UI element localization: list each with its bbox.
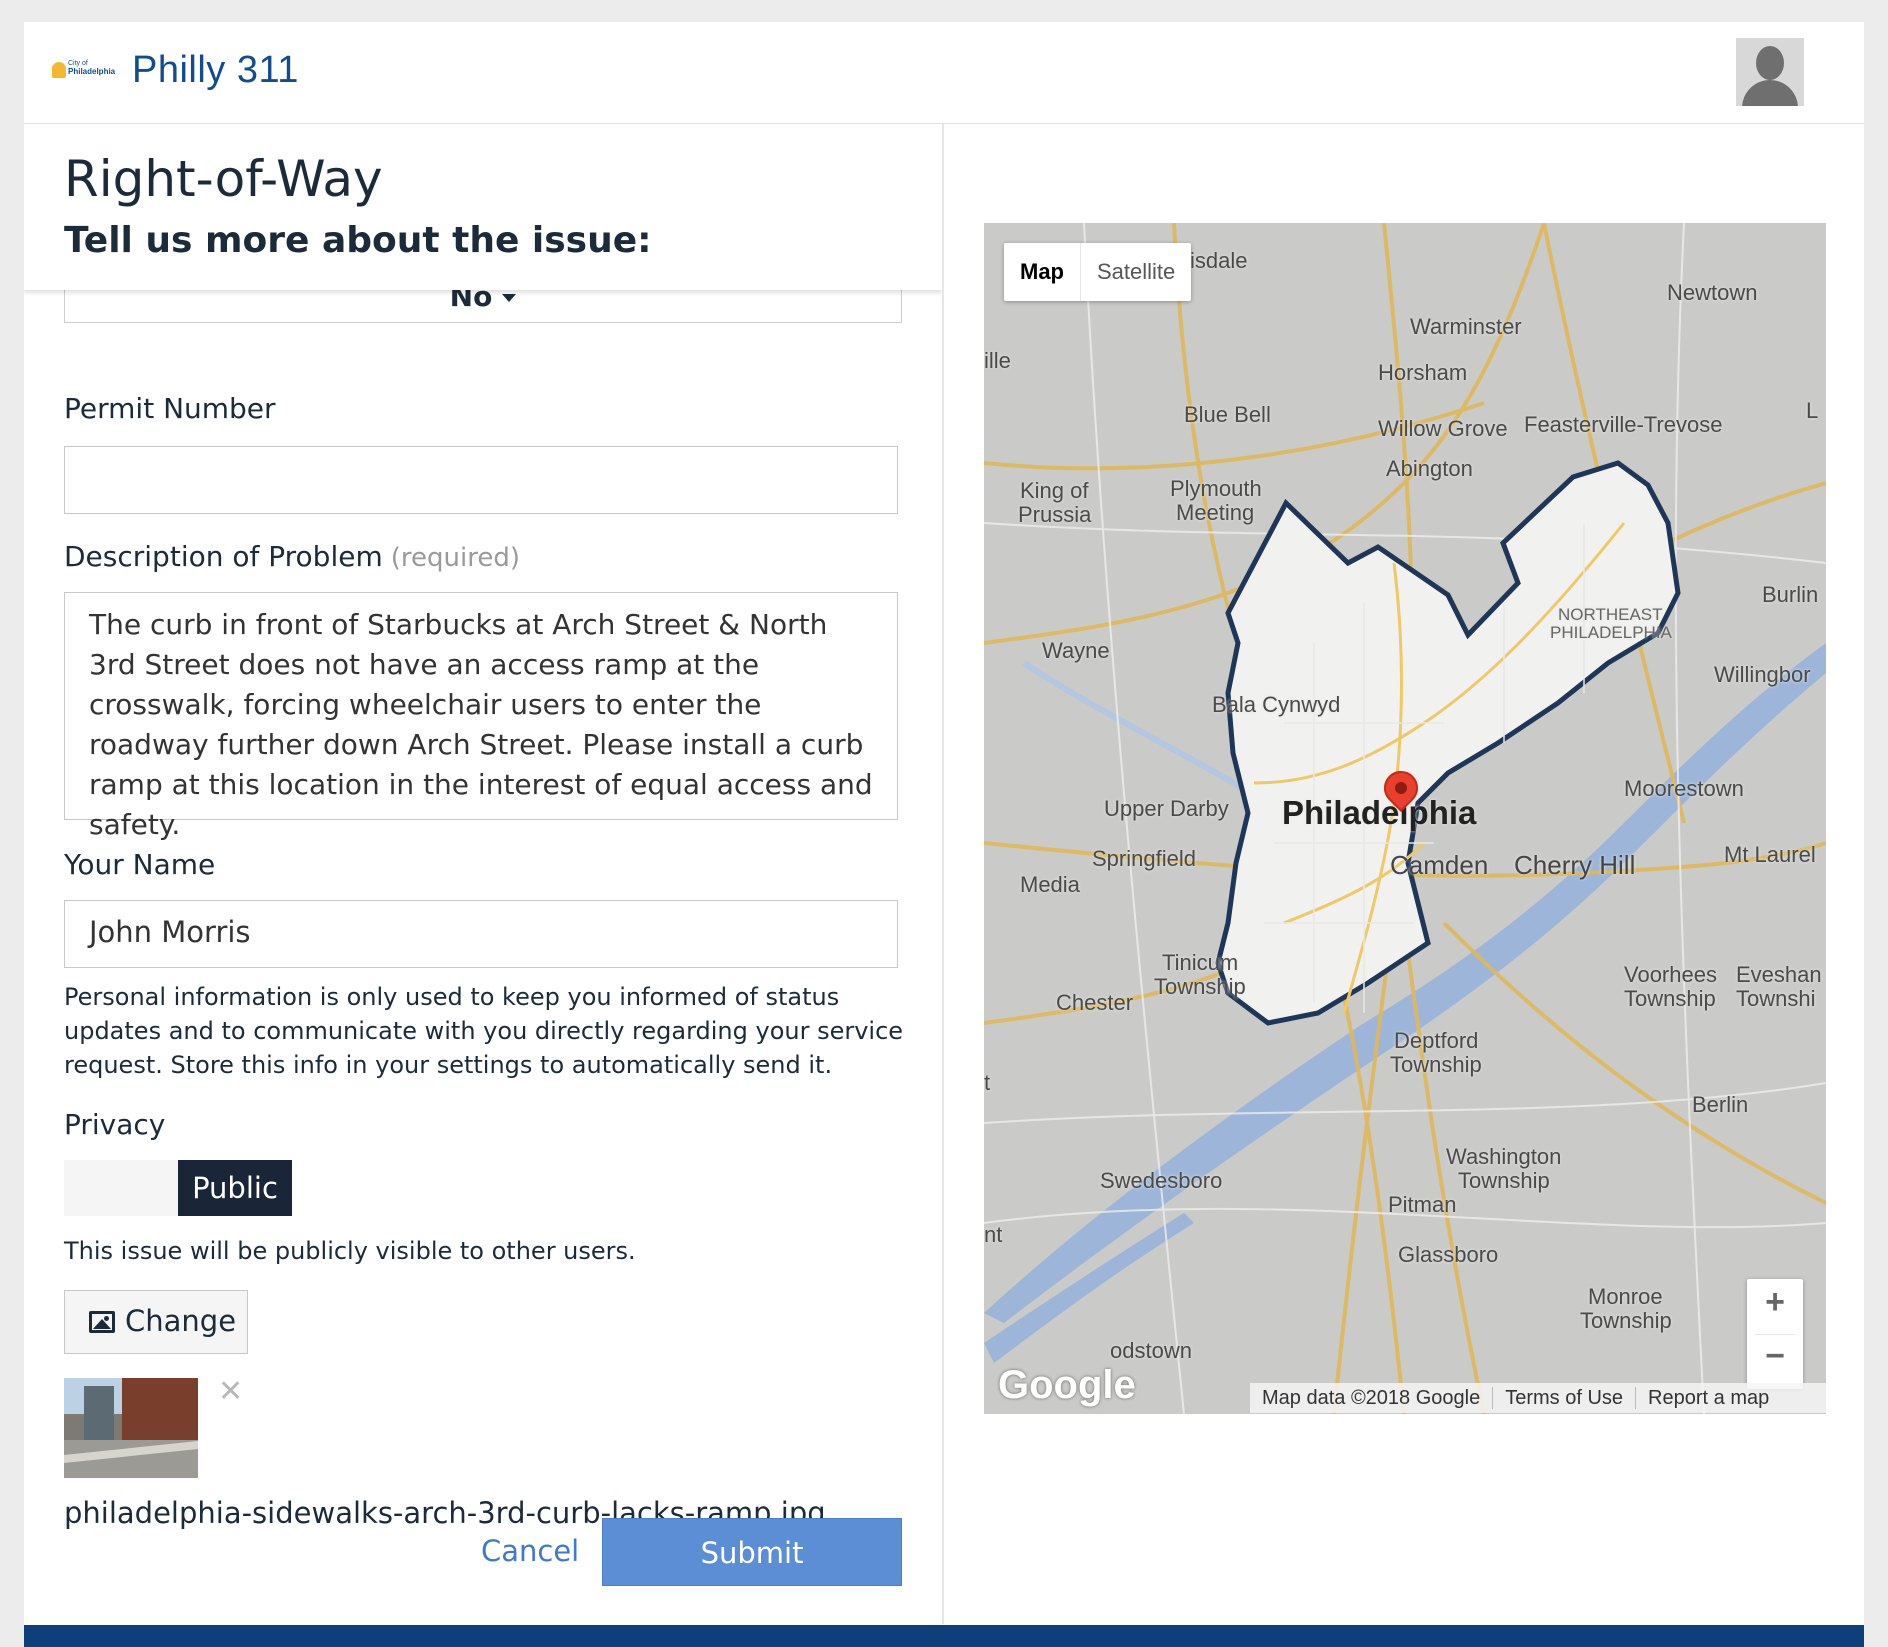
- map-label: Cherry Hill: [1514, 850, 1636, 880]
- map-label: L: [1806, 398, 1819, 423]
- map-label: Camden: [1390, 850, 1489, 880]
- city-logo[interactable]: City of Philadelphia: [52, 60, 124, 84]
- form-pane: Right-of-Way Tell us more about the issu…: [24, 124, 942, 1624]
- pane-divider: [942, 124, 944, 1624]
- map-label: Burlin: [1762, 582, 1819, 607]
- map-label: Newtown: [1667, 280, 1758, 305]
- google-logo[interactable]: Google: [998, 1363, 1136, 1408]
- map-label-philadelphia: Philadelphia: [1282, 794, 1477, 831]
- map-label: isdale: [1190, 248, 1248, 273]
- map-label: odstown: [1110, 1338, 1192, 1363]
- privacy-label: Privacy: [64, 1108, 166, 1141]
- privacy-toggle-public[interactable]: Public: [178, 1160, 292, 1216]
- map-label: nt: [984, 1222, 1003, 1247]
- map-label: Mt Laurel: [1724, 842, 1816, 867]
- change-photo-label: Change: [125, 1304, 237, 1338]
- logo-text: City of Philadelphia: [68, 60, 116, 76]
- description-label: Description of Problem (required): [64, 540, 520, 573]
- map-label: Bala Cynwyd: [1212, 692, 1341, 717]
- map-type-map[interactable]: Map: [1004, 243, 1081, 301]
- location-map[interactable]: Map Satellite isdale Newtown Warminster i…: [984, 223, 1826, 1414]
- map-label: Willow Grove: [1378, 416, 1508, 441]
- privacy-toggle-off-side[interactable]: [64, 1160, 178, 1216]
- map-label: Voorhees: [1624, 962, 1717, 987]
- map-label: Prussia: [1018, 502, 1092, 527]
- map-label: Eveshan: [1736, 962, 1822, 987]
- submit-button[interactable]: Submit: [602, 1518, 902, 1586]
- terms-of-use-link[interactable]: Terms of Use: [1493, 1387, 1637, 1409]
- map-label: Washington: [1446, 1144, 1562, 1169]
- map-label: Deptford: [1394, 1028, 1479, 1053]
- caret-down-icon: [502, 294, 517, 302]
- map-label: Pitman: [1388, 1192, 1457, 1217]
- map-label: Springfield: [1092, 846, 1196, 871]
- map-label: Blue Bell: [1184, 402, 1271, 427]
- page-subtitle: Tell us more about the issue:: [64, 220, 652, 261]
- map-label: King of: [1020, 478, 1089, 503]
- map-label: Meeting: [1176, 500, 1255, 525]
- permit-number-label: Permit Number: [64, 392, 276, 425]
- app-window: City of Philadelphia Philly 311 Right-of…: [24, 22, 1864, 1647]
- app-name[interactable]: Philly 311: [132, 49, 299, 92]
- map-label: Willingbor: [1714, 662, 1811, 687]
- map-label: Township: [1458, 1168, 1550, 1193]
- map-label: Media: [1020, 872, 1080, 897]
- your-name-label: Your Name: [64, 848, 216, 881]
- map-label: Wayne: [1042, 638, 1110, 663]
- map-label: Chester: [1056, 990, 1134, 1015]
- map-label: Swedesboro: [1100, 1168, 1223, 1193]
- top-navbar: City of Philadelphia Philly 311: [24, 22, 1864, 124]
- map-data-credit: Map data ©2018 Google: [1250, 1387, 1494, 1409]
- map-label: Glassboro: [1398, 1242, 1499, 1267]
- map-label: Upper Darby: [1104, 796, 1229, 821]
- map-label: Township: [1154, 974, 1246, 999]
- zoom-out-button[interactable]: −: [1747, 1337, 1803, 1376]
- your-name-input[interactable]: John Morris: [64, 900, 898, 968]
- map-label: Township: [1580, 1308, 1672, 1333]
- user-shoulders-icon: [1742, 80, 1798, 106]
- map-type-satellite[interactable]: Satellite: [1081, 243, 1191, 301]
- privacy-toggle[interactable]: Public: [64, 1160, 292, 1216]
- map-label: Berlin: [1692, 1092, 1749, 1117]
- description-label-text: Description of Problem: [64, 540, 383, 573]
- image-icon: [89, 1311, 115, 1333]
- map-attribution: Map data ©2018 Google Terms of Use Report …: [1250, 1383, 1826, 1413]
- user-avatar[interactable]: [1736, 38, 1804, 106]
- map-label: Township: [1624, 986, 1716, 1011]
- liberty-bell-icon: [52, 62, 66, 78]
- map-type-control[interactable]: Map Satellite: [1004, 243, 1192, 301]
- permit-number-input[interactable]: [64, 446, 898, 514]
- map-label: Warminster: [1410, 314, 1522, 339]
- zoom-control: + −: [1747, 1279, 1803, 1389]
- zoom-in-button[interactable]: +: [1747, 1283, 1803, 1322]
- map-label: PHILADELPHIA: [1550, 623, 1672, 642]
- footer-bar: [24, 1625, 1864, 1647]
- page-title: Right-of-Way: [64, 150, 383, 208]
- cancel-link[interactable]: Cancel: [481, 1534, 579, 1568]
- map-label: Townshi: [1736, 986, 1816, 1011]
- map-label: Township: [1390, 1052, 1482, 1077]
- photo-thumbnail: [64, 1378, 198, 1478]
- description-textarea[interactable]: The curb in front of Starbucks at Arch S…: [64, 592, 898, 841]
- map-label: Horsham: [1378, 360, 1468, 385]
- map-label: Plymouth: [1170, 476, 1262, 501]
- user-head-icon: [1756, 46, 1784, 80]
- map-label: Moorestown: [1624, 776, 1744, 801]
- privacy-note: This issue will be publicly visible to o…: [64, 1237, 636, 1265]
- form-header: Right-of-Way Tell us more about the issu…: [24, 124, 942, 290]
- change-photo-button[interactable]: Change: [64, 1290, 248, 1354]
- required-hint: (required): [390, 543, 520, 573]
- personal-info-note: Personal information is only used to kee…: [64, 983, 904, 1079]
- map-label: Tinicum: [1162, 950, 1239, 975]
- map-label: Monroe: [1588, 1284, 1663, 1309]
- remove-photo-icon[interactable]: ✕: [218, 1374, 243, 1409]
- map-label: Abington: [1386, 456, 1473, 481]
- map-label: t: [984, 1070, 991, 1095]
- map-label: Feasterville-Trevose: [1524, 412, 1723, 437]
- map-label: ille: [984, 348, 1011, 373]
